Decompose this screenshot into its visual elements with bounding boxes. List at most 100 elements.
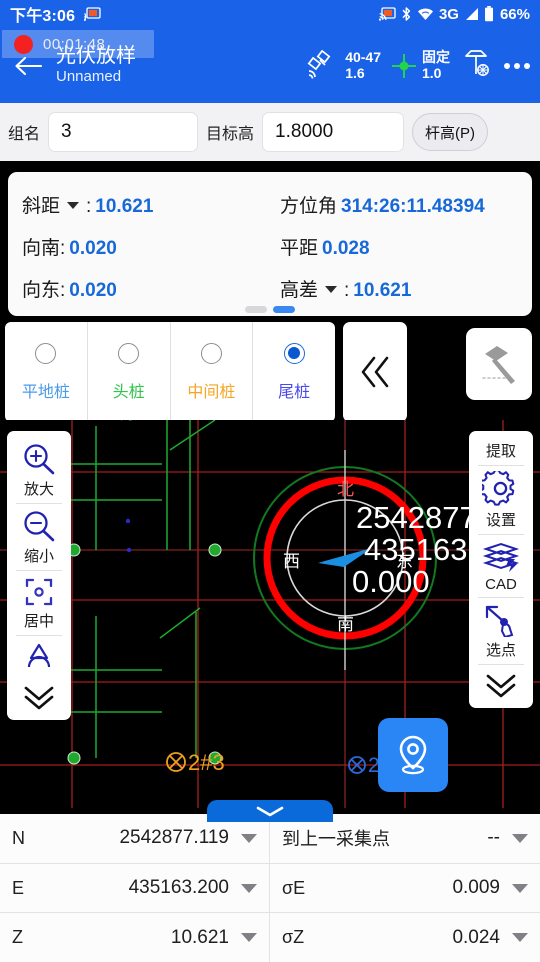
chevron-down-icon[interactable] bbox=[512, 933, 528, 943]
slope-distance-field[interactable]: 斜距 : 10.621 bbox=[22, 191, 280, 218]
screen-recording-indicator[interactable]: 00:01:48 bbox=[2, 30, 154, 58]
base-station-icon bbox=[465, 50, 489, 76]
info-row: 斜距 : 10.621 方位角 314:26:11.48394 bbox=[22, 183, 518, 225]
sigma-z-cell[interactable]: σZ 0.024 bbox=[270, 913, 540, 962]
table-row: E 435163.200 σE 0.009 bbox=[0, 863, 540, 914]
status-bar-left: 下午3:06 bbox=[10, 2, 101, 26]
pile-option-flat[interactable]: 平地桩 bbox=[5, 322, 88, 422]
cad-label: CAD bbox=[485, 576, 517, 593]
bluetooth-icon bbox=[401, 6, 412, 22]
stakeout-tool-icon bbox=[482, 346, 515, 384]
pile-option-label: 尾桩 bbox=[278, 383, 311, 401]
readout-line-3: 0.000 bbox=[352, 564, 430, 599]
info-key: 斜距 bbox=[22, 195, 61, 217]
satellite-status[interactable]: 40-47 1.6 bbox=[307, 49, 381, 83]
base-station-button[interactable] bbox=[459, 48, 491, 83]
center-map-label: 居中 bbox=[23, 613, 54, 630]
info-separator: : bbox=[86, 195, 92, 217]
radio-icon-selected[interactable] bbox=[283, 342, 305, 364]
info-key: 方位角 bbox=[280, 195, 338, 217]
chevron-down-icon[interactable] bbox=[512, 883, 528, 893]
compass-south: 南 bbox=[337, 615, 354, 634]
row-key: N bbox=[12, 827, 25, 848]
collapse-panel-button[interactable] bbox=[343, 322, 407, 422]
cad-button[interactable]: CAD bbox=[469, 535, 533, 597]
pile-option-middle[interactable]: 中间桩 bbox=[171, 322, 254, 422]
chevron-down-icon[interactable] bbox=[241, 833, 257, 843]
pile-option-head[interactable]: 头桩 bbox=[88, 322, 171, 422]
zoom-in-button[interactable]: 放大 bbox=[7, 437, 71, 503]
gear-icon bbox=[482, 471, 515, 506]
info-value: 0.020 bbox=[69, 279, 117, 301]
zoom-out-button[interactable]: 缩小 bbox=[7, 504, 71, 570]
page-subtitle: Unnamed bbox=[56, 68, 122, 86]
fix-texts: 固定 1.0 bbox=[422, 49, 450, 81]
east-coordinate-cell[interactable]: E 435163.200 bbox=[0, 863, 270, 913]
info-key: 平距 bbox=[280, 237, 319, 259]
left-toolbar-expand-button[interactable] bbox=[7, 677, 71, 716]
center-map-button[interactable]: 居中 bbox=[7, 571, 71, 635]
pole-height-button[interactable]: 杆高(P) bbox=[412, 113, 489, 151]
pile-option-tail[interactable]: 尾桩 bbox=[253, 322, 335, 422]
row-key: σZ bbox=[282, 927, 305, 948]
network-type-label: 3G bbox=[438, 5, 459, 23]
layers-icon bbox=[482, 542, 520, 572]
radio-icon[interactable] bbox=[200, 342, 222, 364]
bottom-sheet-handle[interactable] bbox=[207, 800, 333, 822]
pile-option-label: 平地桩 bbox=[21, 383, 70, 401]
height-difference-field[interactable]: 高差 : 10.621 bbox=[280, 275, 411, 302]
row-key: 到上一采集点 bbox=[282, 829, 390, 850]
settings-button[interactable]: 设置 bbox=[469, 466, 533, 534]
row-value: 10.621 bbox=[170, 926, 229, 948]
extract-label: 提取 bbox=[485, 443, 516, 460]
row-value: 0.024 bbox=[452, 926, 500, 948]
battery-icon bbox=[484, 6, 494, 22]
pick-point-icon bbox=[485, 605, 514, 637]
coordinate-data-table: N 2542877.119 到上一采集点 -- E 435163.200 σE … bbox=[0, 814, 540, 962]
info-key: 向东: bbox=[22, 279, 66, 301]
select-point-button[interactable]: 选点 bbox=[469, 598, 533, 664]
pager-dot[interactable] bbox=[245, 306, 267, 313]
stakeout-tool-button[interactable] bbox=[466, 328, 532, 400]
cad-map-canvas[interactable]: 2#3 2 北 西 东 南 2542877 435163.2 0.000 bbox=[0, 420, 540, 808]
extract-button[interactable]: 提取 bbox=[469, 435, 533, 465]
right-toolbar-expand-button[interactable] bbox=[469, 665, 533, 704]
chevron-down-icon[interactable] bbox=[241, 933, 257, 943]
group-name-input[interactable]: 3 bbox=[48, 112, 199, 152]
north-up-button[interactable] bbox=[7, 636, 71, 677]
chevron-down-icon[interactable] bbox=[325, 285, 338, 293]
pile-option-label: 中间桩 bbox=[187, 383, 236, 401]
info-value: 10.621 bbox=[353, 279, 412, 301]
row-key: σE bbox=[282, 877, 306, 898]
radio-icon[interactable] bbox=[118, 342, 140, 364]
target-height-label: 目标高 bbox=[206, 126, 255, 143]
compass-arrow-icon bbox=[27, 643, 51, 668]
info-separator: : bbox=[344, 279, 350, 301]
target-height-input[interactable]: 1.8000 bbox=[262, 112, 405, 152]
sigma-east-cell[interactable]: σE 0.009 bbox=[270, 864, 540, 913]
elevation-cell[interactable]: Z 10.621 bbox=[0, 913, 270, 962]
fix-status[interactable]: 固定 1.0 bbox=[390, 49, 450, 81]
radio-icon[interactable] bbox=[35, 342, 57, 364]
chevron-down-icon[interactable] bbox=[241, 883, 257, 893]
pager-dot-active[interactable] bbox=[273, 306, 295, 313]
collect-point-button[interactable] bbox=[378, 718, 448, 792]
settings-label: 设置 bbox=[485, 512, 516, 529]
row-value: -- bbox=[487, 827, 500, 849]
app-root: 下午3:06 3G 66% 光伏放样 Unnamed 40-47 1.6 固定 … bbox=[0, 0, 540, 962]
screen-cast-icon bbox=[84, 7, 101, 21]
system-status-bar: 下午3:06 3G 66% bbox=[0, 0, 540, 28]
table-row: Z 10.621 σZ 0.024 bbox=[0, 913, 540, 962]
info-card-pager[interactable] bbox=[245, 306, 295, 313]
zoom-out-label: 缩小 bbox=[23, 548, 54, 565]
chevron-down-icon[interactable] bbox=[512, 833, 528, 843]
azimuth-field: 方位角 314:26:11.48394 bbox=[280, 191, 485, 218]
row-value: 2542877.119 bbox=[119, 827, 229, 849]
overflow-menu-button[interactable] bbox=[500, 62, 530, 69]
chevron-down-icon[interactable] bbox=[67, 201, 80, 209]
info-row: 向东: 0.020 高差 : 10.621 bbox=[22, 267, 518, 309]
cad-drawing: 2#3 2 北 西 东 南 2542877 435163.2 0.000 bbox=[0, 420, 540, 808]
row-key: Z bbox=[12, 927, 23, 948]
location-pin-icon bbox=[399, 735, 427, 775]
magnifier-minus-icon bbox=[24, 511, 55, 542]
